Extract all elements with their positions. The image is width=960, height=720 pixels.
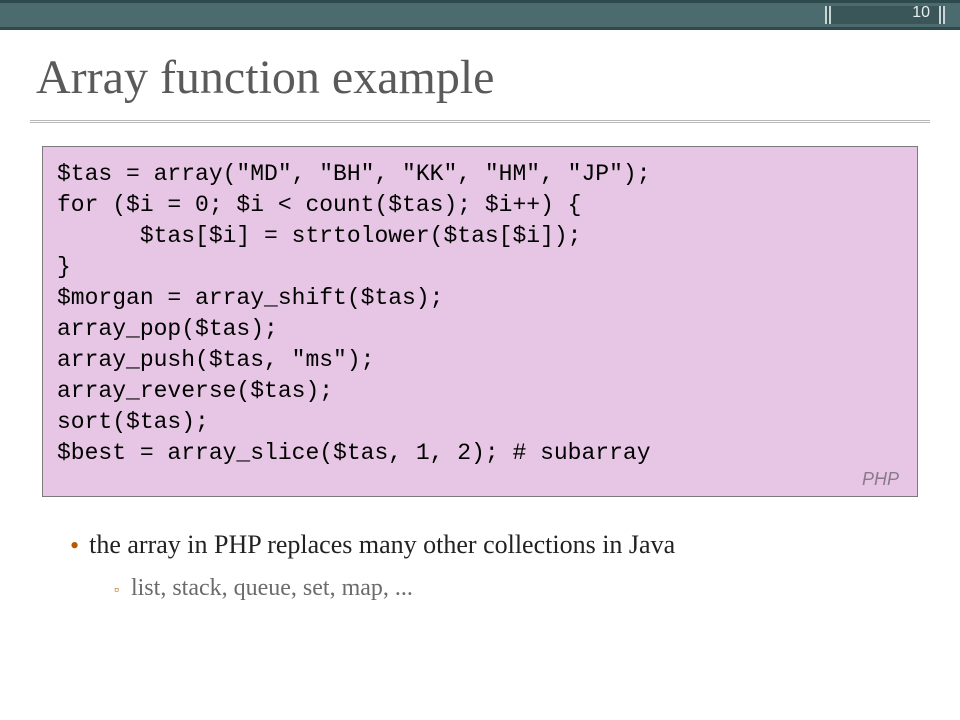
code-line: sort($tas); <box>57 407 903 438</box>
slide: 10 Array function example $tas = array("… <box>0 0 960 720</box>
header-band <box>0 0 960 30</box>
code-line: array_push($tas, "ms"); <box>57 345 903 376</box>
bullet-dot-icon: • <box>70 530 79 561</box>
code-line: } <box>57 252 903 283</box>
code-line: array_pop($tas); <box>57 314 903 345</box>
code-line: $tas[$i] = strtolower($tas[$i]); <box>57 221 903 252</box>
code-line: $tas = array("MD", "BH", "KK", "HM", "JP… <box>57 159 903 190</box>
code-language-label: PHP <box>57 469 903 492</box>
bullet-level-2: ▫ list, stack, queue, set, map, ... <box>114 575 920 602</box>
bullet-list: • the array in PHP replaces many other c… <box>70 530 920 602</box>
slide-title: Array function example <box>36 50 494 105</box>
page-number: 10 <box>912 4 930 22</box>
code-line: array_reverse($tas); <box>57 376 903 407</box>
bullet-square-icon: ▫ <box>114 583 119 599</box>
title-divider <box>30 120 930 123</box>
code-line: $morgan = array_shift($tas); <box>57 283 903 314</box>
code-line: for ($i = 0; $i < count($tas); $i++) { <box>57 190 903 221</box>
code-line: $best = array_slice($tas, 1, 2); # subar… <box>57 438 903 469</box>
code-block: $tas = array("MD", "BH", "KK", "HM", "JP… <box>42 146 918 497</box>
bullet-text: list, stack, queue, set, map, ... <box>131 575 413 602</box>
bullet-text: the array in PHP replaces many other col… <box>89 530 675 560</box>
bullet-level-1: • the array in PHP replaces many other c… <box>70 530 920 561</box>
